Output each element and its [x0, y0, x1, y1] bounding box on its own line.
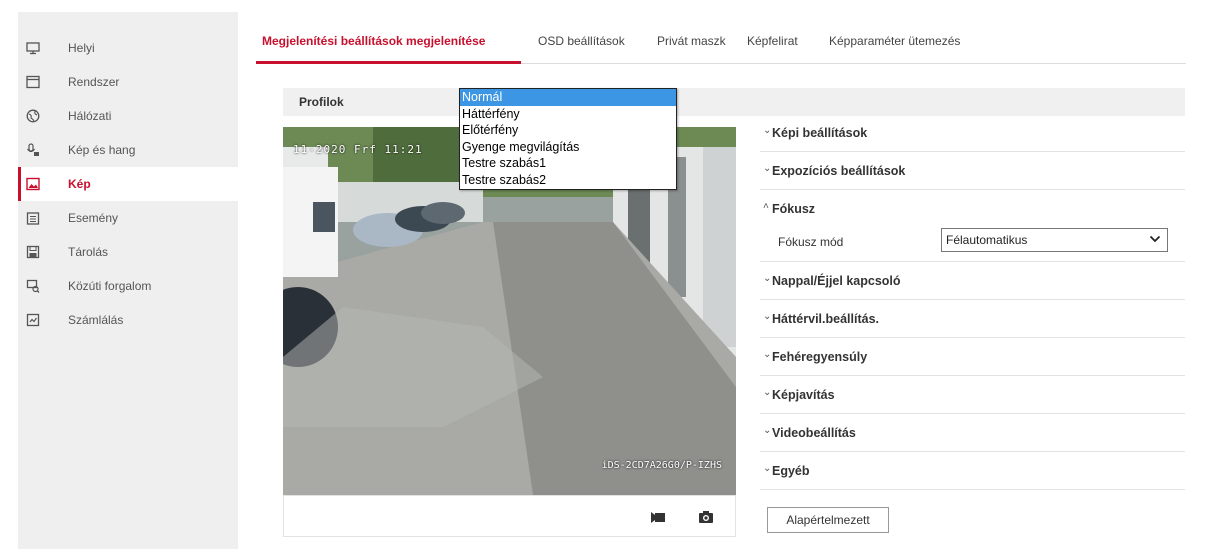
- section-title: Nappal/Éjjel kapcsoló: [772, 274, 901, 288]
- chevron-down-icon: ⌄: [763, 425, 772, 436]
- video-camera-name-overlay: iDS-2CD7A26G0/P-IZHS: [601, 460, 722, 471]
- section-backlight[interactable]: ⌄ Háttérvil.beállítás.: [760, 300, 1185, 338]
- active-tab-indicator: [256, 61, 521, 64]
- profile-option-custom1[interactable]: Testre szabás1: [460, 155, 676, 172]
- sidebar-item-network[interactable]: Hálózati: [18, 99, 238, 133]
- profile-option-frontlight[interactable]: Előtérfény: [460, 122, 676, 139]
- chevron-down-icon: [1149, 235, 1161, 243]
- section-title: Egyéb: [772, 464, 810, 478]
- section-white-balance[interactable]: ⌄ Fehéregyensúly: [760, 338, 1185, 376]
- image-icon: [26, 177, 40, 191]
- sidebar-item-label: Helyi: [68, 41, 95, 55]
- chevron-down-icon: ⌄: [763, 163, 772, 174]
- profile-label: Profilok: [299, 95, 344, 109]
- sidebar-item-image[interactable]: Kép: [18, 167, 238, 201]
- sidebar-item-label: Közúti forgalom: [68, 279, 152, 293]
- focus-mode-row: Fókusz mód Félautomatikus: [760, 226, 1185, 258]
- section-title: Háttérvil.beállítás.: [772, 312, 879, 326]
- section-video-settings[interactable]: ⌄ Videobeállítás: [760, 414, 1185, 452]
- chevron-down-icon: ⌄: [763, 311, 772, 322]
- sidebar-item-counting[interactable]: Számlálás: [18, 303, 238, 337]
- section-title: Képi beállítások: [772, 126, 868, 140]
- section-title: Képjavítás: [772, 388, 835, 402]
- network-globe-icon: [26, 109, 40, 123]
- profile-option-backlight[interactable]: Háttérfény: [460, 106, 676, 123]
- focus-mode-value: Félautomatikus: [946, 233, 1028, 247]
- event-calendar-icon: [26, 211, 40, 225]
- sidebar: Helyi Rendszer Hálózati Kép és hang Kép …: [18, 12, 238, 549]
- tab-bar: Megjelenítési beállítások megjelenítése …: [256, 24, 1186, 64]
- record-icon[interactable]: [649, 509, 667, 525]
- chevron-down-icon: ⌄: [763, 349, 772, 360]
- sidebar-item-label: Kép: [68, 177, 91, 191]
- camera-icon[interactable]: [697, 509, 715, 525]
- section-title: Fehéregyensúly: [772, 350, 868, 364]
- sidebar-item-label: Számlálás: [68, 313, 124, 327]
- sidebar-item-label: Tárolás: [68, 245, 109, 259]
- section-exposure-settings[interactable]: ⌄ Expozíciós beállítások: [760, 152, 1185, 190]
- chevron-down-icon: ⌄: [763, 463, 772, 474]
- sidebar-item-event[interactable]: Esemény: [18, 201, 238, 235]
- tab-privacy-mask[interactable]: Privát maszk: [657, 34, 726, 48]
- section-title: Videobeállítás: [772, 426, 856, 440]
- sidebar-item-local[interactable]: Helyi: [18, 31, 238, 65]
- sidebar-item-traffic[interactable]: Közúti forgalom: [18, 269, 238, 303]
- chevron-up-icon: ˄: [763, 201, 769, 212]
- tab-display-settings[interactable]: Megjelenítési beállítások megjelenítése: [262, 34, 485, 48]
- profile-option-custom2[interactable]: Testre szabás2: [460, 172, 676, 189]
- section-image-settings[interactable]: ⌄ Képi beállítások: [760, 114, 1185, 152]
- tab-text-overlay[interactable]: Képfelirat: [747, 34, 798, 48]
- tab-image-schedule[interactable]: Képparaméter ütemezés: [829, 34, 960, 48]
- tab-osd-settings[interactable]: OSD beállítások: [538, 34, 625, 48]
- monitor-icon: [26, 41, 40, 55]
- audio-video-icon: [26, 143, 40, 157]
- default-button[interactable]: Alapértelmezett: [767, 507, 889, 533]
- section-title: Fókusz: [772, 202, 816, 216]
- sidebar-item-label: Kép és hang: [68, 143, 136, 157]
- sidebar-item-label: Rendszer: [68, 75, 120, 89]
- chevron-down-icon: ⌄: [763, 125, 772, 136]
- storage-icon: [26, 245, 40, 259]
- profile-dropdown-list[interactable]: Normál Háttérfény Előtérfény Gyenge megv…: [459, 88, 677, 190]
- profile-option-low-light[interactable]: Gyenge megvilágítás: [460, 139, 676, 156]
- section-title: Expozíciós beállítások: [772, 164, 906, 178]
- chevron-down-icon: ⌄: [763, 273, 772, 284]
- sidebar-item-system[interactable]: Rendszer: [18, 65, 238, 99]
- chevron-down-icon: ⌄: [763, 387, 772, 398]
- sidebar-item-label: Esemény: [68, 211, 119, 225]
- section-image-enhancement[interactable]: ⌄ Képjavítás: [760, 376, 1185, 414]
- video-date-overlay: 11-2020 Frf 11:21: [293, 143, 423, 156]
- focus-mode-select[interactable]: Félautomatikus: [941, 228, 1168, 252]
- section-day-night[interactable]: ⌄ Nappal/Éjjel kapcsoló: [760, 262, 1185, 300]
- sidebar-item-audio-video[interactable]: Kép és hang: [18, 133, 238, 167]
- focus-mode-label: Fókusz mód: [778, 235, 844, 249]
- section-other[interactable]: ⌄ Egyéb: [760, 452, 1185, 490]
- sidebar-item-storage[interactable]: Tárolás: [18, 235, 238, 269]
- profile-option-normal[interactable]: Normál: [460, 89, 676, 106]
- system-window-icon: [26, 75, 40, 89]
- counting-icon: [26, 313, 40, 327]
- sidebar-item-label: Hálózati: [68, 109, 112, 123]
- profile-bar: Profilok: [283, 88, 1185, 116]
- video-toolbar: [283, 495, 736, 537]
- traffic-icon: [26, 279, 40, 293]
